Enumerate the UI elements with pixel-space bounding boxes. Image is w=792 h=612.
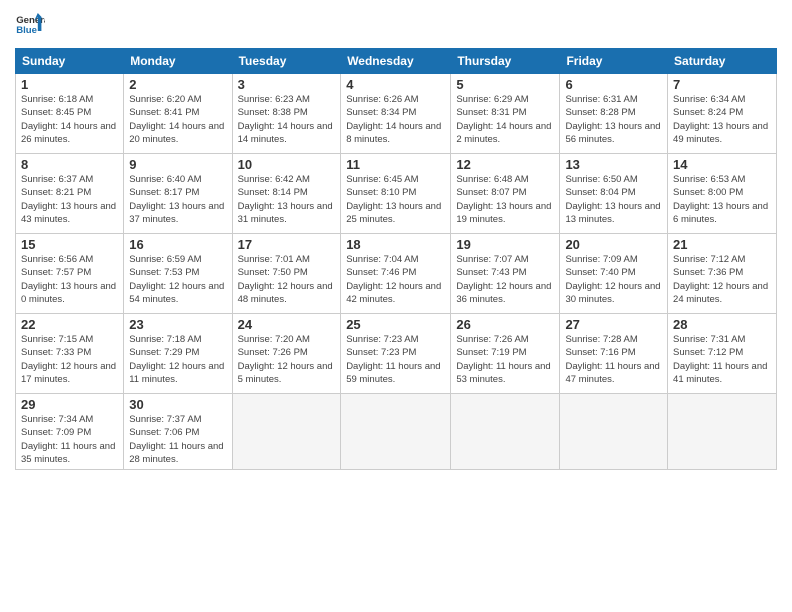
header: General Blue xyxy=(15,10,777,40)
weekday-header-row: SundayMondayTuesdayWednesdayThursdayFrid… xyxy=(16,49,777,74)
calendar-week-2: 8Sunrise: 6:37 AMSunset: 8:21 PMDaylight… xyxy=(16,154,777,234)
calendar-empty xyxy=(451,394,560,470)
calendar-empty xyxy=(232,394,341,470)
calendar-day-24: 24Sunrise: 7:20 AMSunset: 7:26 PMDayligh… xyxy=(232,314,341,394)
calendar-day-1: 1Sunrise: 6:18 AMSunset: 8:45 PMDaylight… xyxy=(16,74,124,154)
calendar-empty xyxy=(668,394,777,470)
calendar-day-7: 7Sunrise: 6:34 AMSunset: 8:24 PMDaylight… xyxy=(668,74,777,154)
calendar-day-4: 4Sunrise: 6:26 AMSunset: 8:34 PMDaylight… xyxy=(341,74,451,154)
calendar-day-30: 30Sunrise: 7:37 AMSunset: 7:06 PMDayligh… xyxy=(124,394,232,470)
weekday-header-saturday: Saturday xyxy=(668,49,777,74)
calendar-table: SundayMondayTuesdayWednesdayThursdayFrid… xyxy=(15,48,777,470)
weekday-header-thursday: Thursday xyxy=(451,49,560,74)
calendar-week-1: 1Sunrise: 6:18 AMSunset: 8:45 PMDaylight… xyxy=(16,74,777,154)
calendar-day-21: 21Sunrise: 7:12 AMSunset: 7:36 PMDayligh… xyxy=(668,234,777,314)
weekday-header-sunday: Sunday xyxy=(16,49,124,74)
weekday-header-friday: Friday xyxy=(560,49,668,74)
calendar-empty xyxy=(560,394,668,470)
calendar-day-9: 9Sunrise: 6:40 AMSunset: 8:17 PMDaylight… xyxy=(124,154,232,234)
calendar-day-18: 18Sunrise: 7:04 AMSunset: 7:46 PMDayligh… xyxy=(341,234,451,314)
svg-text:Blue: Blue xyxy=(16,25,37,36)
calendar-day-6: 6Sunrise: 6:31 AMSunset: 8:28 PMDaylight… xyxy=(560,74,668,154)
calendar-week-3: 15Sunrise: 6:56 AMSunset: 7:57 PMDayligh… xyxy=(16,234,777,314)
calendar-day-5: 5Sunrise: 6:29 AMSunset: 8:31 PMDaylight… xyxy=(451,74,560,154)
calendar-day-20: 20Sunrise: 7:09 AMSunset: 7:40 PMDayligh… xyxy=(560,234,668,314)
calendar-day-13: 13Sunrise: 6:50 AMSunset: 8:04 PMDayligh… xyxy=(560,154,668,234)
calendar-day-27: 27Sunrise: 7:28 AMSunset: 7:16 PMDayligh… xyxy=(560,314,668,394)
calendar-day-3: 3Sunrise: 6:23 AMSunset: 8:38 PMDaylight… xyxy=(232,74,341,154)
calendar-day-23: 23Sunrise: 7:18 AMSunset: 7:29 PMDayligh… xyxy=(124,314,232,394)
weekday-header-monday: Monday xyxy=(124,49,232,74)
calendar-day-10: 10Sunrise: 6:42 AMSunset: 8:14 PMDayligh… xyxy=(232,154,341,234)
calendar-day-26: 26Sunrise: 7:26 AMSunset: 7:19 PMDayligh… xyxy=(451,314,560,394)
calendar-day-15: 15Sunrise: 6:56 AMSunset: 7:57 PMDayligh… xyxy=(16,234,124,314)
weekday-header-tuesday: Tuesday xyxy=(232,49,341,74)
calendar-day-22: 22Sunrise: 7:15 AMSunset: 7:33 PMDayligh… xyxy=(16,314,124,394)
calendar-day-19: 19Sunrise: 7:07 AMSunset: 7:43 PMDayligh… xyxy=(451,234,560,314)
calendar-day-25: 25Sunrise: 7:23 AMSunset: 7:23 PMDayligh… xyxy=(341,314,451,394)
calendar-day-17: 17Sunrise: 7:01 AMSunset: 7:50 PMDayligh… xyxy=(232,234,341,314)
calendar-day-28: 28Sunrise: 7:31 AMSunset: 7:12 PMDayligh… xyxy=(668,314,777,394)
calendar-day-12: 12Sunrise: 6:48 AMSunset: 8:07 PMDayligh… xyxy=(451,154,560,234)
calendar-day-29: 29Sunrise: 7:34 AMSunset: 7:09 PMDayligh… xyxy=(16,394,124,470)
calendar-day-2: 2Sunrise: 6:20 AMSunset: 8:41 PMDaylight… xyxy=(124,74,232,154)
calendar-week-5: 29Sunrise: 7:34 AMSunset: 7:09 PMDayligh… xyxy=(16,394,777,470)
calendar-day-11: 11Sunrise: 6:45 AMSunset: 8:10 PMDayligh… xyxy=(341,154,451,234)
calendar-week-4: 22Sunrise: 7:15 AMSunset: 7:33 PMDayligh… xyxy=(16,314,777,394)
logo-icon: General Blue xyxy=(15,10,45,40)
calendar-day-16: 16Sunrise: 6:59 AMSunset: 7:53 PMDayligh… xyxy=(124,234,232,314)
calendar-day-14: 14Sunrise: 6:53 AMSunset: 8:00 PMDayligh… xyxy=(668,154,777,234)
calendar-day-8: 8Sunrise: 6:37 AMSunset: 8:21 PMDaylight… xyxy=(16,154,124,234)
logo: General Blue xyxy=(15,10,45,40)
weekday-header-wednesday: Wednesday xyxy=(341,49,451,74)
calendar-empty xyxy=(341,394,451,470)
